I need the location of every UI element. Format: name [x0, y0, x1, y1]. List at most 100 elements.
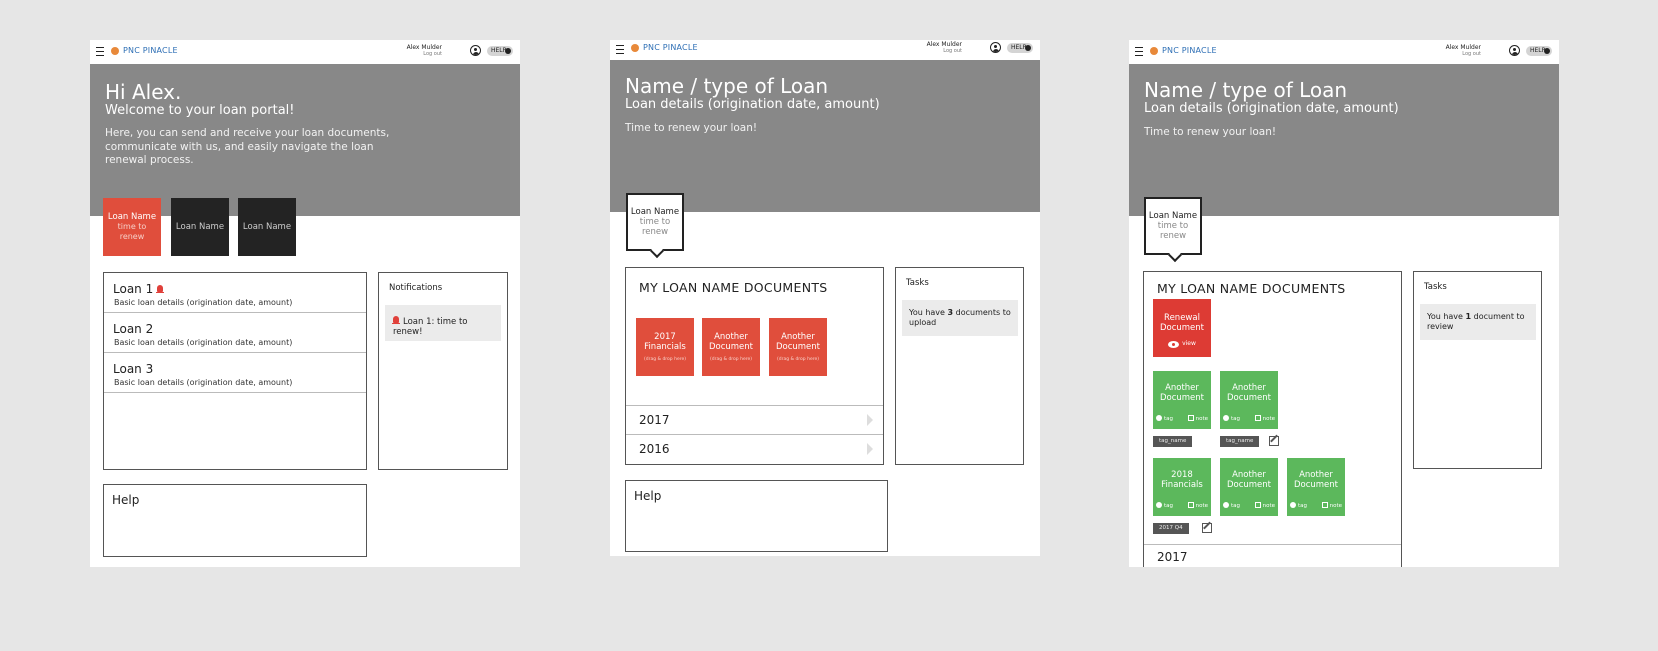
tag-chip[interactable]: tag_name — [1153, 436, 1193, 447]
brand-name[interactable]: PNC PINACLE — [643, 43, 698, 52]
logout-link[interactable]: Log out — [382, 51, 442, 57]
document-card[interactable]: 2018 Financials tag note — [1153, 458, 1211, 516]
document-card[interactable]: Another Document tag note — [1153, 371, 1211, 429]
help-button[interactable]: HELP — [1007, 43, 1033, 53]
pencil-edit-icon[interactable] — [1269, 436, 1279, 446]
document-card[interactable]: Another Document tag note — [1220, 371, 1278, 429]
edit-icon — [1187, 415, 1194, 421]
view-label: view — [1182, 340, 1196, 347]
tag-label: tag — [1164, 416, 1174, 422]
plus-icon — [1156, 502, 1162, 508]
loan-item-title: Loan 3 — [113, 362, 154, 376]
loan-title: Name / type of Loan — [625, 74, 829, 98]
user-name: Alex Mulder — [926, 41, 962, 48]
add-tag-action[interactable]: tag — [1156, 414, 1173, 424]
renewal-document[interactable]: Renewal Document view — [1153, 299, 1211, 357]
pencil-edit-icon[interactable] — [1202, 523, 1212, 533]
year-row-2017[interactable]: 2017 — [626, 405, 883, 434]
loan-item-detail: Basic loan details (origination date, am… — [114, 298, 293, 307]
help-button[interactable]: HELP — [487, 46, 513, 56]
document-name: 2017 — [654, 332, 676, 342]
brand-name[interactable]: PNC PINACLE — [123, 46, 178, 55]
loan-title: Name / type of Loan — [1144, 78, 1348, 102]
document-name: Another — [781, 332, 815, 342]
logout-link[interactable]: Log out — [902, 48, 962, 54]
documents-panel: MY LOAN NAME DOCUMENTS Renewal Document … — [1143, 271, 1402, 567]
help-button-label: HELP — [1011, 44, 1027, 51]
add-note-action[interactable]: note — [1321, 501, 1342, 511]
document-name: Another — [1232, 383, 1266, 393]
document-dropzone[interactable]: Another Document (drag & drop here) — [702, 318, 760, 376]
add-tag-action[interactable]: tag — [1156, 501, 1173, 511]
top-bar: PNC PINACLE Alex Mulder Log out HELP — [610, 40, 1040, 60]
document-card[interactable]: Another Document tag note — [1220, 458, 1278, 516]
edit-icon — [1254, 502, 1261, 508]
loan-list-item[interactable]: Loan 3 Basic loan details (origination d… — [104, 353, 366, 393]
document-name: Another — [1232, 470, 1266, 480]
help-title: Help — [112, 493, 140, 507]
brand-name[interactable]: PNC PINACLE — [1162, 46, 1217, 55]
add-note-action[interactable]: note — [1187, 414, 1208, 424]
tag-label: tag — [1164, 503, 1174, 509]
add-note-action[interactable]: note — [1254, 501, 1275, 511]
documents-title: MY LOAN NAME DOCUMENTS — [639, 280, 828, 295]
loan-subtitle: Loan details (origination date, amount) — [1144, 101, 1399, 116]
top-bar: PNC PINACLE Alex Mulder Log out HELP — [90, 40, 520, 64]
chevron-right-icon — [867, 443, 873, 455]
loan-callout-tile[interactable]: Loan Name time to renew — [1144, 197, 1202, 255]
document-name: Document — [1159, 393, 1205, 403]
avatar-icon[interactable] — [470, 45, 481, 56]
loan-tile[interactable]: Loan Name — [238, 198, 296, 256]
document-actions: tag note — [1223, 501, 1275, 511]
add-note-action[interactable]: note — [1187, 501, 1208, 511]
document-name: Document — [708, 342, 754, 352]
loan-callout-tile[interactable]: Loan Name time to renew — [626, 193, 684, 251]
loan-tile-name: Loan Name — [242, 222, 292, 232]
loan-list-item[interactable]: Loan 2 Basic loan details (origination d… — [104, 313, 366, 353]
view-document-action[interactable]: view — [1153, 339, 1211, 349]
add-tag-action[interactable]: tag — [1223, 414, 1240, 424]
document-card[interactable]: Another Document tag note — [1287, 458, 1345, 516]
note-label: note — [1195, 416, 1208, 422]
task-item[interactable]: You have 3 documents to upload — [902, 300, 1018, 336]
document-name: Renewal — [1164, 313, 1200, 323]
help-question-icon — [1025, 45, 1031, 51]
plus-icon — [1223, 502, 1229, 508]
loan-tile-status: renew — [119, 232, 145, 241]
loan-list-item[interactable]: Loan 1 Basic loan details (origination d… — [104, 273, 366, 313]
help-panel[interactable]: Help — [103, 484, 367, 557]
plus-icon — [1156, 415, 1162, 421]
hamburger-menu-icon[interactable] — [616, 45, 624, 54]
edit-icon — [1254, 415, 1261, 421]
hamburger-menu-icon[interactable] — [96, 47, 104, 56]
logout-link[interactable]: Log out — [1421, 51, 1481, 57]
tag-label: tag — [1231, 503, 1241, 509]
avatar-icon[interactable] — [1509, 45, 1520, 56]
tag-chip[interactable]: tag_name — [1220, 436, 1260, 447]
document-name: Another — [1165, 383, 1199, 393]
task-item[interactable]: You have 1 document to review — [1420, 304, 1536, 340]
note-label: note — [1195, 503, 1208, 509]
year-label: 2016 — [639, 442, 670, 456]
hero-banner: Name / type of Loan Loan details (origin… — [610, 60, 1040, 212]
year-row-2017[interactable]: 2017 — [1144, 544, 1401, 567]
tag-chip[interactable]: 2017 Q4 — [1153, 523, 1189, 534]
loan-tile-name: Loan Name — [175, 222, 225, 232]
help-button[interactable]: HELP — [1526, 46, 1552, 56]
year-row-2016[interactable]: 2016 — [626, 434, 883, 463]
add-tag-action[interactable]: tag — [1223, 501, 1240, 511]
document-dropzone[interactable]: Another Document (drag & drop here) — [769, 318, 827, 376]
document-dropzone[interactable]: 2017 Financials (drag & drop here) — [636, 318, 694, 376]
add-note-action[interactable]: note — [1254, 414, 1275, 424]
documents-title: MY LOAN NAME DOCUMENTS — [1157, 281, 1346, 296]
hamburger-menu-icon[interactable] — [1135, 47, 1143, 56]
add-tag-action[interactable]: tag — [1290, 501, 1307, 511]
loan-tile-renew[interactable]: Loan Name time to renew — [103, 198, 161, 256]
tasks-title: Tasks — [906, 278, 929, 288]
notification-item[interactable]: Loan 1: time to renew! — [385, 305, 501, 341]
help-panel[interactable]: Help — [625, 480, 888, 552]
loan-tile[interactable]: Loan Name — [171, 198, 229, 256]
avatar-icon[interactable] — [990, 42, 1001, 53]
callout-status: time to — [1157, 221, 1189, 231]
notifications-panel: Notifications Loan 1: time to renew! — [378, 272, 508, 470]
